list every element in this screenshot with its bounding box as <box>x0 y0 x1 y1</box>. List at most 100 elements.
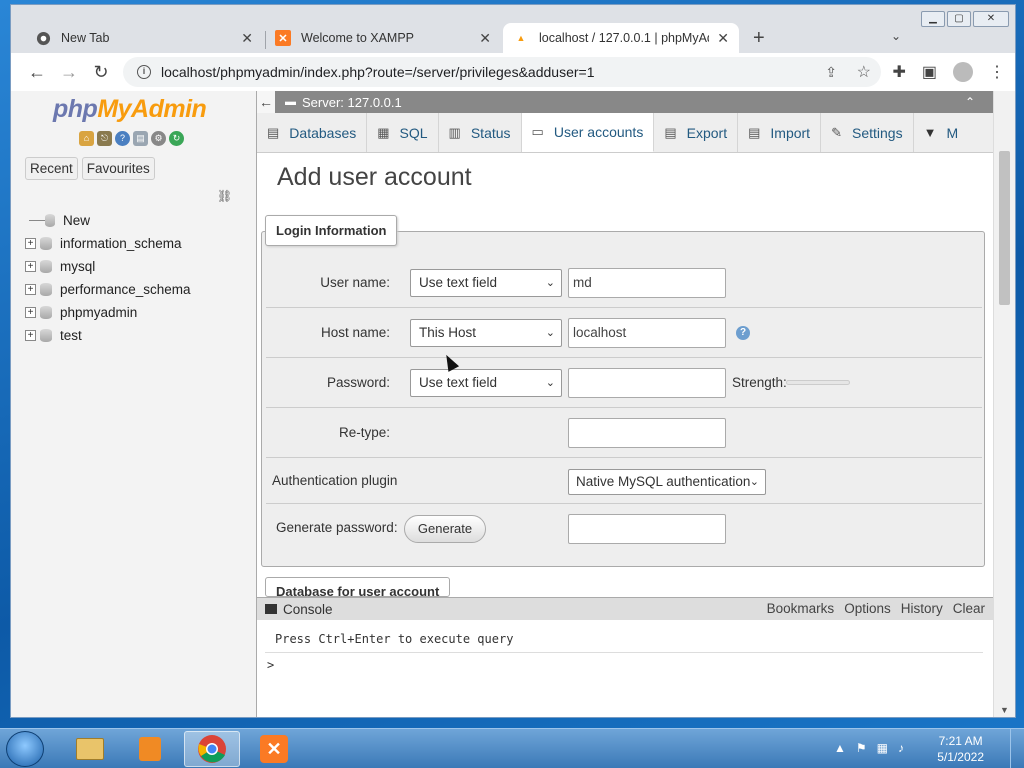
console-options-link[interactable]: Options <box>844 601 891 616</box>
reload-icon[interactable]: ↻ <box>85 62 117 83</box>
tab-more[interactable]: ▼ M <box>914 113 969 152</box>
db-item-new[interactable]: New <box>25 209 191 232</box>
close-tab-icon[interactable]: ✕ <box>241 30 253 47</box>
expand-icon[interactable]: + <box>25 261 36 272</box>
forward-icon[interactable]: → <box>53 62 85 83</box>
console-bar[interactable]: Console Bookmarks Options History Clear <box>257 598 993 620</box>
console-clear-link[interactable]: Clear <box>953 601 985 616</box>
database-icon <box>40 329 52 342</box>
tab-label: Settings <box>851 124 903 141</box>
tab-settings[interactable]: ✎ Settings <box>821 113 914 152</box>
tab-sql[interactable]: ▦ SQL <box>367 113 439 152</box>
reload-nav-icon[interactable]: ↻ <box>169 131 184 146</box>
pma-logo[interactable]: phpMyAdmin <box>53 95 207 124</box>
db-item-performance-schema[interactable]: + performance_schema <box>25 278 191 301</box>
tab-user-accounts[interactable]: ▭ User accounts <box>521 113 655 152</box>
server-label[interactable]: Server: 127.0.0.1 <box>302 95 402 110</box>
taskbar-clock[interactable]: 7:21 AM 5/1/2022 <box>937 733 984 765</box>
share-icon[interactable]: ⇪ <box>825 64 837 81</box>
database-icon <box>40 283 52 296</box>
tree-line <box>29 220 45 221</box>
recent-tab[interactable]: Recent <box>25 157 78 180</box>
settings-gear-icon[interactable]: ⚙ <box>151 131 166 146</box>
scroll-top-icon[interactable]: ⌃ <box>965 95 975 109</box>
side-panel-icon[interactable]: ▣ <box>922 62 937 82</box>
hostname-input[interactable]: localhost <box>568 318 726 348</box>
db-item-phpmyadmin[interactable]: + phpmyadmin <box>25 301 191 324</box>
password-type-select[interactable]: Use text field ⌄ <box>410 369 562 397</box>
console-divider <box>265 652 983 653</box>
link-chain-icon[interactable]: ⛓ <box>217 189 232 203</box>
toolbar-actions: ✚ ▣ ⋮ <box>892 62 1005 82</box>
tab-title: Welcome to XAMPP <box>301 31 415 45</box>
username-input[interactable]: md <box>568 268 726 298</box>
chrome-icon <box>198 735 226 763</box>
home-icon[interactable]: ⌂ <box>79 131 94 146</box>
tray-arrow-icon[interactable]: ▲ <box>834 741 846 755</box>
tab-phpmyadmin[interactable]: ▲ localhost / 127.0.0.1 | phpMyAdm ✕ <box>503 23 739 53</box>
tab-import[interactable]: ▤ Import <box>738 113 822 152</box>
expand-icon[interactable]: + <box>25 238 36 249</box>
help-docs-icon[interactable]: ? <box>115 131 130 146</box>
start-button[interactable] <box>6 731 44 767</box>
scroll-down-icon[interactable]: ▼ <box>1000 705 1009 715</box>
logout-icon[interactable]: ⎋ <box>97 131 112 146</box>
console-history-link[interactable]: History <box>901 601 943 616</box>
collapse-nav-icon[interactable]: ← <box>257 91 275 113</box>
xampp-taskbar-icon[interactable]: ✕ <box>246 731 302 767</box>
tab-export[interactable]: ▤ Export <box>654 113 739 152</box>
hostname-type-select[interactable]: This Host ⌄ <box>410 319 562 347</box>
generate-password-label: Generate password: <box>276 520 398 535</box>
extensions-icon[interactable]: ✚ <box>892 62 905 82</box>
tab-xampp[interactable]: ✕ Welcome to XAMPP ✕ <box>265 23 501 53</box>
close-tab-icon[interactable]: ✕ <box>479 30 491 47</box>
media-player-taskbar-icon[interactable] <box>122 731 178 767</box>
pma-navigation: phpMyAdmin ⌂ ⎋ ? ▤ ⚙ ↻ Recent Favourites… <box>11 91 257 717</box>
volume-icon[interactable]: ♪ <box>898 741 904 755</box>
console-title: Console <box>283 601 333 617</box>
profile-avatar[interactable] <box>953 62 973 82</box>
auth-plugin-select[interactable]: Native MySQL authentication ⌄ <box>568 469 766 495</box>
retype-password-input[interactable] <box>568 418 726 448</box>
chrome-taskbar-icon[interactable] <box>184 731 240 767</box>
tab-new-tab[interactable]: New Tab ✕ <box>25 23 263 53</box>
console-prompt[interactable]: > <box>267 658 274 672</box>
menu-kebab-icon[interactable]: ⋮ <box>989 62 1005 82</box>
bookmark-star-icon[interactable]: ☆ <box>857 62 871 82</box>
scrollbar-thumb[interactable] <box>999 151 1010 305</box>
row-generate-password: Generate password: Generate <box>266 504 982 554</box>
expand-icon[interactable]: + <box>25 284 36 295</box>
console-bookmarks-link[interactable]: Bookmarks <box>767 601 835 616</box>
username-type-select[interactable]: Use text field ⌄ <box>410 269 562 297</box>
console-icon <box>265 604 277 614</box>
database-icon <box>40 306 52 319</box>
db-label: phpmyadmin <box>60 305 138 320</box>
back-icon[interactable]: ← <box>21 62 53 83</box>
db-item-mysql[interactable]: + mysql <box>25 255 191 278</box>
expand-icon[interactable]: + <box>25 307 36 318</box>
documentation-icon[interactable]: ▤ <box>133 131 148 146</box>
new-tab-icon[interactable]: + <box>753 27 765 50</box>
tab-status[interactable]: ▥ Status <box>439 113 522 152</box>
network-icon[interactable]: ▦ <box>877 741 888 755</box>
tab-search-chevron-icon[interactable]: ⌄ <box>891 29 901 43</box>
explorer-taskbar-icon[interactable] <box>62 731 118 767</box>
generate-button[interactable]: Generate <box>404 515 486 543</box>
db-label: test <box>60 328 82 343</box>
favourites-tab[interactable]: Favourites <box>81 157 155 180</box>
action-center-icon[interactable]: ⚑ <box>856 741 867 755</box>
site-info-icon[interactable]: i <box>137 65 151 79</box>
page-scrollbar[interactable]: ▼ <box>993 91 1015 717</box>
password-input[interactable] <box>568 368 726 398</box>
close-tab-icon[interactable]: ✕ <box>717 30 729 47</box>
db-item-test[interactable]: + test <box>25 324 191 347</box>
show-desktop-button[interactable] <box>1010 729 1024 768</box>
expand-icon[interactable]: + <box>25 330 36 341</box>
row-retype: Re-type: <box>266 408 982 458</box>
db-item-information-schema[interactable]: + information_schema <box>25 232 191 255</box>
generated-password-input[interactable] <box>568 514 726 544</box>
help-icon[interactable]: ? <box>736 326 750 340</box>
wrench-icon: ✎ <box>831 124 842 140</box>
tab-databases[interactable]: ▤ Databases <box>257 113 368 152</box>
address-bar[interactable]: i localhost/phpmyadmin/index.php?route=/… <box>123 57 881 87</box>
